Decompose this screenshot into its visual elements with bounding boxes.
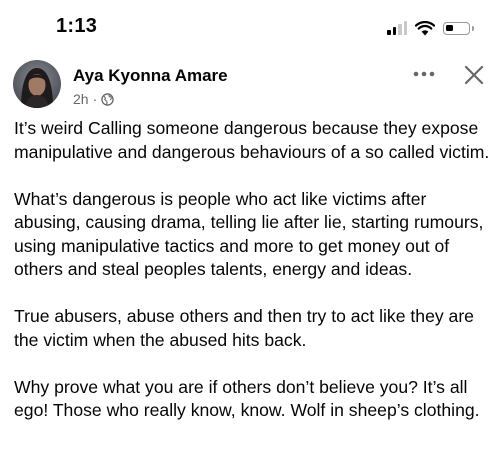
- wifi-icon: [415, 20, 435, 35]
- author-avatar[interactable]: [13, 60, 61, 108]
- post-header: Aya Kyonna Amare 2h ·: [0, 58, 500, 114]
- post-meta: 2h ·: [73, 91, 114, 107]
- post-timestamp[interactable]: 2h: [73, 91, 89, 107]
- more-horizontal-icon: [413, 71, 435, 77]
- close-button[interactable]: [459, 60, 489, 90]
- author-name[interactable]: Aya Kyonna Amare: [73, 66, 228, 86]
- status-time: 1:13: [56, 15, 98, 37]
- post-paragraph: What’s dangerous is people who act like …: [14, 188, 484, 280]
- meta-separator: ·: [92, 91, 98, 107]
- status-icons: [387, 18, 474, 38]
- battery-icon: [443, 21, 474, 35]
- post-paragraph: True abusers, abuse others and then try …: [14, 306, 474, 350]
- cellular-signal-icon: [387, 21, 407, 35]
- close-icon: [464, 65, 484, 85]
- globe-icon[interactable]: [101, 92, 114, 106]
- more-options-button[interactable]: [407, 61, 441, 87]
- status-bar: 1:13: [0, 0, 500, 54]
- post-paragraph: It’s weird Calling someone dangerous bec…: [14, 118, 490, 162]
- post-body: It’s weird Calling someone dangerous bec…: [14, 117, 494, 446]
- post-paragraph: Why prove what you are if others don’t b…: [14, 376, 480, 421]
